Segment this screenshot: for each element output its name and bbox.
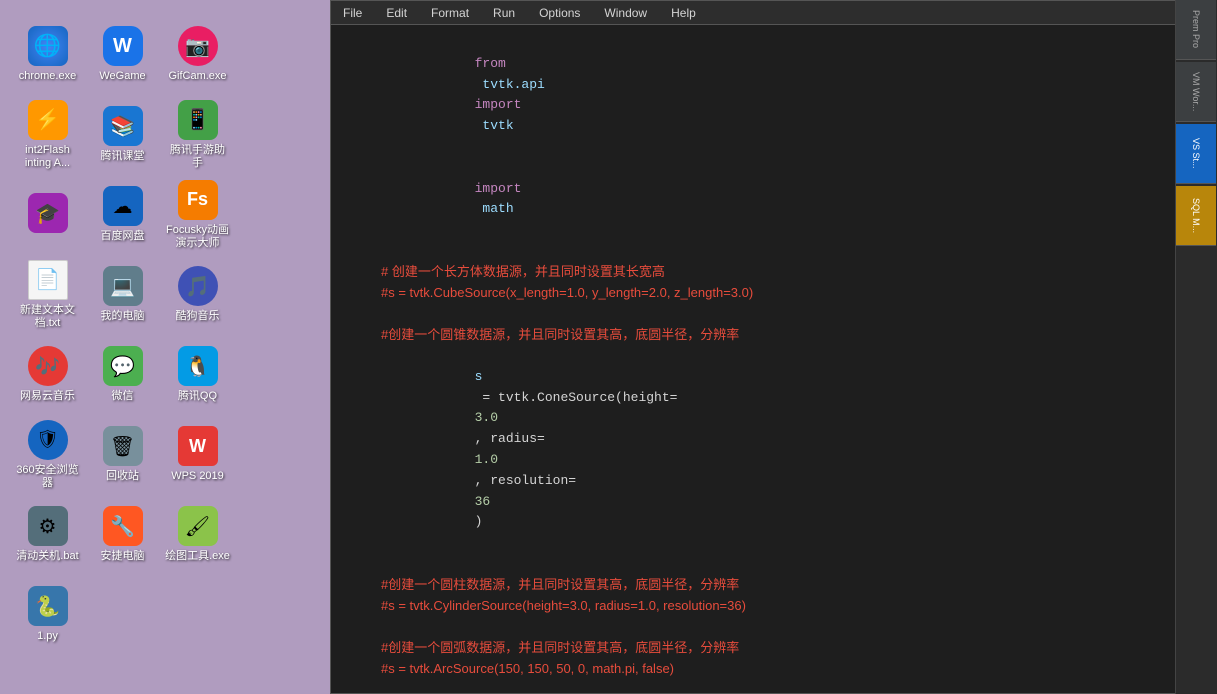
icon-label-kugou: 酷狗音乐 [176,310,220,323]
icon-baiduwang[interactable]: ☁ 百度网盘 [85,175,160,255]
code-line-comment-3: #创建一个圆锥数据源，并且同时设置其高，底圆半径，分辨率 [331,325,1175,346]
code-line-comment-7: #s = tvtk.ArcSource(150, 150, 50, 0, mat… [331,659,1175,680]
icon-label-anjian: 安捷电脑 [101,550,145,563]
editor-menubar: File Edit Format Run Options Window Help [331,1,1189,25]
code-comment-7: #s = tvtk.ArcSource(150, 150, 50, 0, mat… [381,659,674,680]
menu-edit[interactable]: Edit [382,4,411,22]
icon-python[interactable]: 🐍 1.py [10,575,85,655]
icon-label-gifcam: GifCam.exe [168,70,226,83]
menu-window[interactable]: Window [600,4,651,22]
icon-label-wegame: WeGame [99,70,145,83]
icon-label-python: 1.py [37,630,58,643]
icon-newdoc[interactable]: 📄 新建文本文档.txt [10,255,85,335]
icon-label-360: 360安全浏览器 [15,464,80,490]
icon-kugou[interactable]: 🎵 酷狗音乐 [160,255,235,335]
icon-chrome[interactable]: 🌐 chrome.exe [10,15,85,95]
menu-format[interactable]: Format [427,4,473,22]
code-comment-4: #创建一个圆柱数据源，并且同时设置其高，底圆半径，分辨率 [381,575,739,596]
editor-window: File Edit Format Run Options Window Help… [330,0,1190,694]
right-edge-button-4[interactable]: SQL M... [1176,186,1216,246]
icon-recycle[interactable]: 🗑 回收站 [85,415,160,495]
code-line-blank-3 [331,554,1175,575]
icon-gifcam[interactable]: 📷 GifCam.exe [160,15,235,95]
code-line-blank-1 [331,241,1175,262]
icon-label-focusky2: Focusky动画演示大师 [165,224,230,250]
right-edge-button-3[interactable]: VS St... [1176,124,1216,184]
icon-label-netease: 网易云音乐 [20,390,75,403]
code-comment-5: #s = tvtk.CylinderSource(height=3.0, rad… [381,596,746,617]
menu-file[interactable]: File [339,4,366,22]
code-line-blank-4 [331,617,1175,638]
code-area: from tvtk.api import tvtk import math [331,33,1189,693]
menu-help[interactable]: Help [667,4,700,22]
icon-wps[interactable]: W WPS 2019 [160,415,235,495]
right-edge-panel: Prem Pro VM Wor... VS St... SQL M... [1175,0,1217,694]
code-comment-2: #s = tvtk.CubeSource(x_length=1.0, y_len… [381,283,753,304]
icon-wechat[interactable]: 💬 微信 [85,335,160,415]
icon-netease[interactable]: 🎶 网易云音乐 [10,335,85,415]
desktop-icons-area: 🌐 chrome.exe W WeGame 📷 GifCam.exe ⚡ [0,0,220,694]
code-text-2: import math [381,158,521,241]
icon-wegame[interactable]: W WeGame [85,15,160,95]
icon-label-qidong: 清动关机.bat [16,550,78,563]
icon-pc[interactable]: 💻 我的电脑 [85,255,160,335]
icon-label-wechat: 微信 [112,390,134,403]
code-line-1: from tvtk.api import tvtk [331,33,1175,158]
menu-run[interactable]: Run [489,4,519,22]
icon-label-recycle: 回收站 [106,470,139,483]
code-comment-3: #创建一个圆锥数据源，并且同时设置其高，底圆半径，分辨率 [381,325,739,346]
right-edge-button-2[interactable]: VM Wor... [1176,62,1216,122]
desktop: 🌐 chrome.exe W WeGame 📷 GifCam.exe ⚡ [0,0,1217,694]
icon-label-txgame: 腾讯手游助手 [165,144,230,170]
code-line-2: import math [331,158,1175,241]
code-line-comment-6: #创建一个圆弧数据源，并且同时设置其高，底圆半径，分辨率 [331,638,1175,659]
code-line-comment-5: #s = tvtk.CylinderSource(height=3.0, rad… [331,596,1175,617]
menu-options[interactable]: Options [535,4,584,22]
code-comment-1: # 创建一个长方体数据源，并且同时设置其长宽高 [381,262,665,283]
code-line-comment-1: # 创建一个长方体数据源，并且同时设置其长宽高 [331,262,1175,283]
icon-label-pc: 我的电脑 [101,310,145,323]
code-text-1: from tvtk.api import tvtk [381,33,553,158]
icon-label-txclass: 腾讯课堂 [101,150,145,163]
editor-content[interactable]: from tvtk.api import tvtk import math [331,25,1189,693]
icon-label-huitu: 绘图工具.exe [165,550,230,563]
icon-label-wps: WPS 2019 [171,470,224,483]
code-line-comment-2: #s = tvtk.CubeSource(x_length=1.0, y_len… [331,283,1175,304]
icon-anjian[interactable]: 🔧 安捷电脑 [85,495,160,575]
icon-focusky[interactable]: 🎓 [10,175,85,255]
icon-360[interactable]: 🛡 360安全浏览器 [10,415,85,495]
code-line-comment-4: #创建一个圆柱数据源，并且同时设置其高，底圆半径，分辨率 [331,575,1175,596]
icon-label-qq: 腾讯QQ [178,390,217,403]
icon-label-baiduwang: 百度网盘 [101,230,145,243]
code-line-4: s = tvtk.ConeSource(height= 3.0 , radius… [331,346,1175,554]
icon-qq[interactable]: 🐧 腾讯QQ [160,335,235,415]
icon-qidong[interactable]: ⚙ 清动关机.bat [10,495,85,575]
right-edge-button-1[interactable]: Prem Pro [1176,0,1216,60]
icon-grid: 🌐 chrome.exe W WeGame 📷 GifCam.exe ⚡ [5,10,215,660]
code-line-blank-2 [331,304,1175,325]
code-line-blank-5 [331,680,1175,693]
code-text-4: s = tvtk.ConeSource(height= 3.0 , radius… [381,346,677,554]
icon-huitu[interactable]: 🖌 绘图工具.exe [160,495,235,575]
icon-focusky2[interactable]: Fs Focusky动画演示大师 [160,175,235,255]
icon-label-newdoc: 新建文本文档.txt [15,304,80,330]
icon-label-chrome: chrome.exe [19,70,76,83]
icon-txgame[interactable]: 📱 腾讯手游助手 [160,95,235,175]
icon-label-int2flash: int2Flashinting A... [25,144,70,170]
icon-int2flash[interactable]: ⚡ int2Flashinting A... [10,95,85,175]
code-comment-6: #创建一个圆弧数据源，并且同时设置其高，底圆半径，分辨率 [381,638,739,659]
icon-txclass[interactable]: 📚 腾讯课堂 [85,95,160,175]
